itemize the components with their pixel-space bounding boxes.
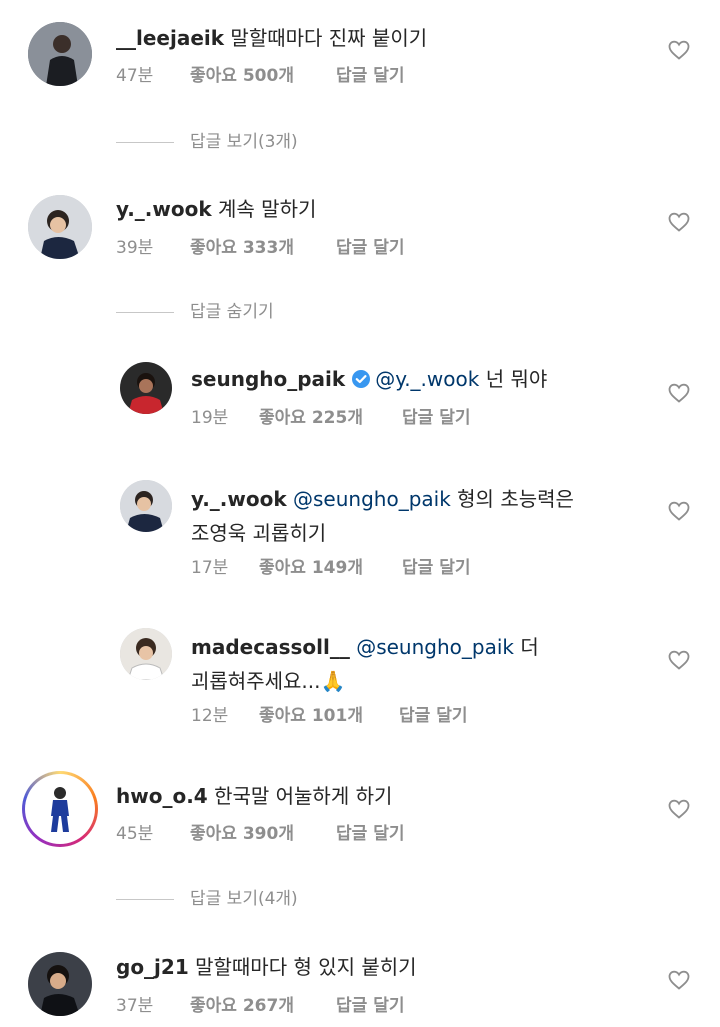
avatar[interactable] <box>28 195 92 259</box>
comment-text-continued: 괴롭혀주세요...🙏 <box>191 669 346 693</box>
comment-text: 계속 말하기 <box>218 197 317 221</box>
avatar[interactable] <box>120 628 172 680</box>
comment-text: 말할때마다 진짜 붙이기 <box>230 26 428 50</box>
reply-button[interactable]: 답글 달기 <box>336 822 404 846</box>
heart-icon[interactable] <box>667 210 691 234</box>
reply-button[interactable]: 답글 달기 <box>399 704 467 728</box>
comment-time: 47분 <box>116 66 154 86</box>
comment-username[interactable]: hwo_o.4 <box>116 784 208 808</box>
comment-text-continued: 조영욱 괴롭히기 <box>191 521 327 545</box>
heart-icon[interactable] <box>667 968 691 992</box>
comment-likes[interactable]: 좋아요 333개 <box>190 236 336 260</box>
comment-text: 형의 초능력은 <box>457 487 574 511</box>
comment-text: 넌 뭐야 <box>485 367 548 391</box>
verified-badge-icon <box>352 370 371 388</box>
heart-icon[interactable] <box>667 648 691 672</box>
comment-time: 12분 <box>191 706 229 726</box>
avatar[interactable] <box>28 952 92 1016</box>
thread-divider <box>116 898 174 900</box>
thread-divider <box>116 311 174 313</box>
view-replies-link[interactable]: 답글 보기(4개) <box>116 887 298 911</box>
comment-username[interactable]: y._.wook <box>116 197 212 221</box>
comment-username[interactable]: __leejaeik <box>116 26 224 50</box>
comment-text: 더 <box>520 635 539 659</box>
comment-likes[interactable]: 좋아요 500개 <box>190 64 336 88</box>
comment-time: 17분 <box>191 558 229 578</box>
hide-replies-link[interactable]: 답글 숨기기 <box>116 300 274 324</box>
comment-mention[interactable]: @seungho_paik <box>293 487 451 511</box>
heart-icon[interactable] <box>667 38 691 62</box>
comment-mention[interactable]: @y._.wook <box>375 367 479 391</box>
story-ring[interactable] <box>22 771 98 847</box>
comment-time: 39분 <box>116 238 154 258</box>
view-replies-link[interactable]: 답글 보기(3개) <box>116 130 298 154</box>
comment-mention[interactable]: @seungho_paik <box>356 635 514 659</box>
reply-button[interactable]: 답글 달기 <box>336 236 404 260</box>
comment-likes[interactable]: 좋아요 149개 <box>259 556 402 580</box>
comment-text: 한국말 어눌하게 하기 <box>214 784 393 808</box>
heart-icon[interactable] <box>667 797 691 821</box>
comment-likes[interactable]: 좋아요 390개 <box>190 822 336 846</box>
comment-likes[interactable]: 좋아요 101개 <box>259 704 399 728</box>
comment-likes[interactable]: 좋아요 267개 <box>190 994 336 1018</box>
reply-button[interactable]: 답글 달기 <box>336 994 404 1018</box>
heart-icon[interactable] <box>667 381 691 405</box>
avatar[interactable] <box>28 22 92 86</box>
heart-icon[interactable] <box>667 499 691 523</box>
reply-button[interactable]: 답글 달기 <box>402 556 470 580</box>
comment-username[interactable]: y._.wook <box>191 487 287 511</box>
comment-time: 45분 <box>116 824 154 844</box>
comment-likes[interactable]: 좋아요 225개 <box>259 406 402 430</box>
reply-button[interactable]: 답글 달기 <box>402 406 470 430</box>
reply-button[interactable]: 답글 달기 <box>336 64 404 88</box>
comment-username[interactable]: madecassoll__ <box>191 635 350 659</box>
avatar[interactable] <box>120 362 172 414</box>
avatar[interactable] <box>120 480 172 532</box>
comment-time: 37분 <box>116 996 154 1016</box>
thread-divider <box>116 141 174 143</box>
comment-username[interactable]: go_j21 <box>116 955 189 979</box>
comment-time: 19분 <box>191 408 229 428</box>
avatar[interactable] <box>29 778 91 840</box>
comment-username[interactable]: seungho_paik <box>191 367 345 391</box>
comment-text: 말할때마다 형 있지 붙히기 <box>195 955 417 979</box>
